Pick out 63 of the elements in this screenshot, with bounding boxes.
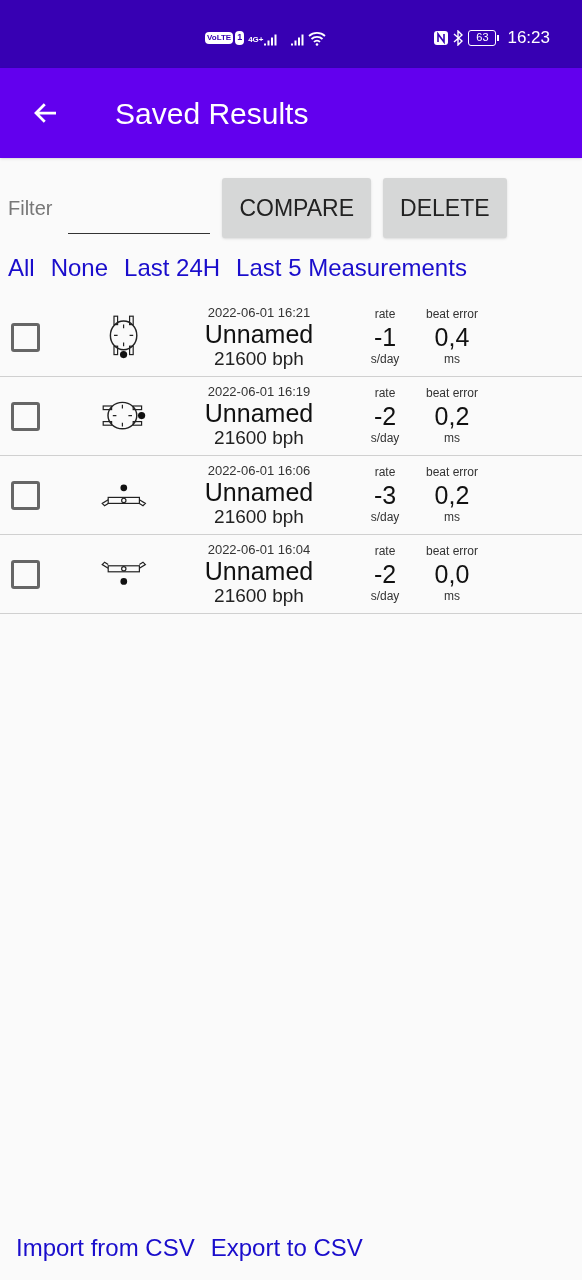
clock: 16:23: [507, 27, 550, 50]
result-date: 2022-06-01 16:19: [207, 383, 311, 399]
volte-badge: VoLTE: [205, 32, 234, 44]
watch-position-icon: [101, 483, 147, 507]
sim-badge: 1: [235, 31, 245, 45]
rate-unit: s/day: [370, 510, 400, 525]
result-date: 2022-06-01 16:04: [207, 541, 311, 557]
beat-error-label: beat error: [426, 307, 478, 322]
beat-error-label: beat error: [426, 386, 478, 401]
rate-value: -2: [373, 559, 397, 589]
beat-error-value: 0,4: [434, 322, 470, 352]
watch-position-icon: [108, 314, 140, 360]
beat-error-value: 0,2: [434, 480, 470, 510]
quick-select-link[interactable]: None: [50, 250, 109, 286]
quick-select-link[interactable]: Last 5 Measurements: [236, 250, 467, 286]
battery-tip: [497, 35, 500, 41]
battery-level: 63: [468, 30, 497, 46]
result-name: Unnamed: [204, 398, 314, 427]
bluetooth-icon: [453, 30, 464, 46]
beat-error-unit: ms: [444, 352, 460, 367]
checkbox[interactable]: [11, 559, 40, 589]
rate-label: rate: [374, 307, 396, 322]
action-button[interactable]: COMPARE: [222, 178, 372, 238]
rate-unit: s/day: [370, 431, 400, 446]
rate-value: -3: [373, 480, 397, 510]
result-date: 2022-06-01 16:06: [207, 462, 311, 478]
csv-link[interactable]: Import from CSV: [16, 1230, 195, 1266]
rate-label: rate: [374, 465, 396, 480]
rate-unit: s/day: [370, 589, 400, 604]
beat-error-value: 0,0: [434, 559, 470, 589]
beat-error-label: beat error: [426, 544, 478, 559]
result-bph: 21600 bph: [214, 584, 304, 607]
quick-select-link[interactable]: Last 24H: [124, 250, 221, 286]
beat-error-unit: ms: [444, 589, 460, 604]
rate-label: rate: [374, 544, 396, 559]
beat-error-unit: ms: [444, 510, 460, 525]
filter-label: Filter: [8, 196, 53, 221]
result-bph: 21600 bph: [214, 505, 304, 528]
checkbox[interactable]: [11, 322, 40, 352]
network-type: 4G+: [248, 34, 264, 46]
result-name: Unnamed: [204, 556, 314, 585]
beat-error-unit: ms: [444, 431, 460, 446]
result-bph: 21600 bph: [214, 426, 304, 449]
quick-select-link[interactable]: All: [8, 250, 35, 286]
watch-position-icon: [101, 400, 147, 432]
rate-value: -1: [373, 322, 397, 352]
beat-error-value: 0,2: [434, 401, 470, 431]
nfc-icon: [433, 30, 450, 46]
beat-error-label: beat error: [426, 465, 478, 480]
checkbox[interactable]: [11, 401, 40, 431]
watch-position-icon: [101, 561, 147, 587]
result-date: 2022-06-01 16:21: [207, 304, 311, 320]
rate-label: rate: [374, 386, 396, 401]
result-bph: 21600 bph: [214, 347, 304, 370]
csv-link[interactable]: Export to CSV: [210, 1230, 363, 1266]
rate-value: -2: [373, 401, 397, 431]
result-name: Unnamed: [204, 477, 314, 506]
rate-unit: s/day: [370, 352, 400, 367]
action-button[interactable]: DELETE: [383, 178, 507, 238]
wifi-icon: [307, 30, 326, 46]
checkbox[interactable]: [11, 480, 40, 510]
result-name: Unnamed: [204, 319, 314, 348]
screen-title: Saved Results: [115, 95, 309, 132]
